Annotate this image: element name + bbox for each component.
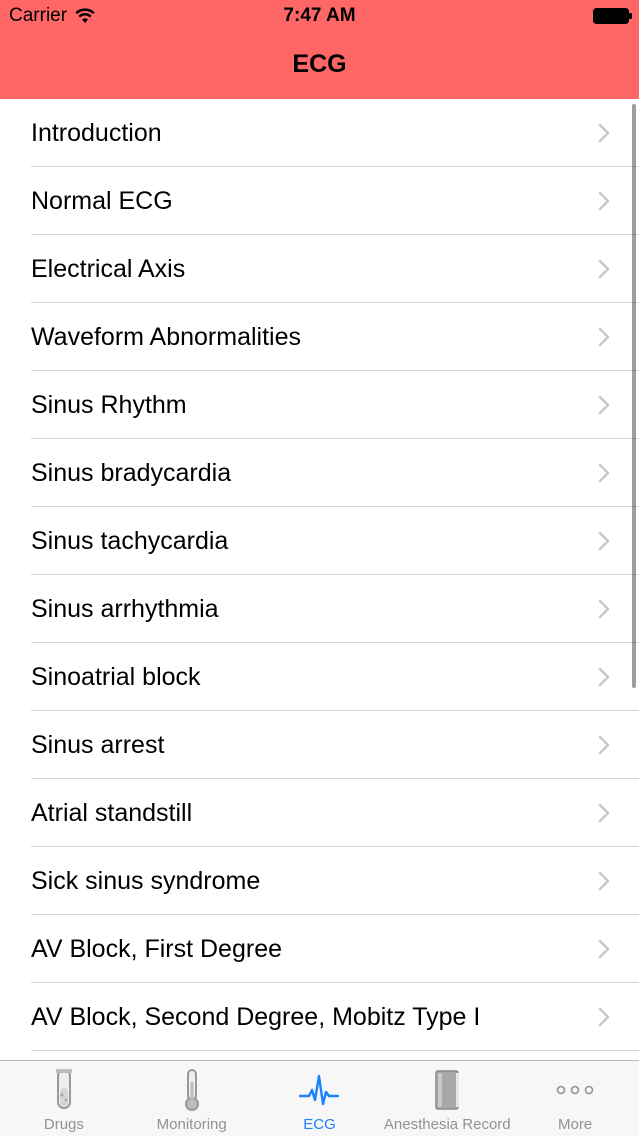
status-time: 7:47 AM xyxy=(283,5,356,26)
chevron-right-icon xyxy=(598,735,610,755)
list-item[interactable]: Sick sinus syndrome xyxy=(0,847,639,915)
scroll-indicator[interactable] xyxy=(632,104,636,688)
chevron-right-icon xyxy=(598,667,610,687)
chevron-right-icon xyxy=(598,1007,610,1027)
list-item-label: Sinus arrest xyxy=(31,731,165,759)
thermometer-icon xyxy=(172,1068,212,1112)
list-item[interactable]: Sinus bradycardia xyxy=(0,439,639,507)
chevron-right-icon xyxy=(598,531,610,551)
chevron-right-icon xyxy=(598,803,610,823)
ecg-waveform-icon xyxy=(299,1068,340,1112)
chevron-right-icon xyxy=(598,871,610,891)
list-item[interactable]: Electrical Axis xyxy=(0,235,639,303)
list-item[interactable]: Sinus arrhythmia xyxy=(0,575,639,643)
chevron-right-icon xyxy=(598,123,610,143)
status-bar: Carrier 7:47 AM xyxy=(0,0,639,34)
list-item[interactable]: Atrial standstill xyxy=(0,779,639,847)
list-item-label: Waveform Abnormalities xyxy=(31,323,301,351)
chevron-right-icon xyxy=(598,259,610,279)
tab-more[interactable]: More xyxy=(511,1061,639,1136)
tab-bar: Drugs Monitoring ECG Anesthesia Record M… xyxy=(0,1060,639,1136)
list-item-label: Atrial standstill xyxy=(31,799,193,827)
list-item[interactable]: AV Block, Second Degree, Mobitz Type I xyxy=(0,983,639,1051)
more-dots-icon xyxy=(555,1068,595,1112)
list-item-label: Introduction xyxy=(31,119,162,147)
list-item[interactable]: Normal ECG xyxy=(0,167,639,235)
list-item-label: Sinus Rhythm xyxy=(31,391,187,419)
chevron-right-icon xyxy=(598,327,610,347)
chevron-right-icon xyxy=(598,939,610,959)
list-item[interactable]: Introduction xyxy=(0,99,639,167)
list-item-label: Electrical Axis xyxy=(31,255,186,283)
list-item[interactable]: Sinus arrest xyxy=(0,711,639,779)
chevron-right-icon xyxy=(598,599,610,619)
list-item-label: AV Block, Second Degree, Mobitz Type I xyxy=(31,1003,481,1031)
list-item[interactable]: Sinus Rhythm xyxy=(0,371,639,439)
topic-list[interactable]: Introduction Normal ECG Electrical Axis … xyxy=(0,99,639,1060)
tab-drugs[interactable]: Drugs xyxy=(0,1061,128,1136)
tab-label: More xyxy=(557,1116,593,1133)
list-item-label: Sinus arrhythmia xyxy=(31,595,219,623)
chevron-right-icon xyxy=(598,395,610,415)
header: Carrier 7:47 AM ECG xyxy=(0,0,639,99)
tab-label: Monitoring xyxy=(156,1116,227,1133)
list-item[interactable]: Sinoatrial block xyxy=(0,643,639,711)
tab-ecg[interactable]: ECG xyxy=(256,1061,384,1136)
tab-label: Anesthesia Record xyxy=(383,1116,511,1133)
list-item[interactable]: Waveform Abnormalities xyxy=(0,303,639,371)
test-tube-icon xyxy=(44,1068,84,1112)
tab-label: ECG xyxy=(303,1116,336,1133)
tab-anesthesia-record[interactable]: Anesthesia Record xyxy=(383,1061,511,1136)
book-icon xyxy=(427,1068,467,1112)
list-item-label: Sinus bradycardia xyxy=(31,459,232,487)
tab-monitoring[interactable]: Monitoring xyxy=(128,1061,256,1136)
battery-icon xyxy=(593,8,633,24)
list-item-label: Sinus tachycardia xyxy=(31,527,229,555)
tab-label: Drugs xyxy=(43,1116,84,1133)
list-item-label: AV Block, First Degree xyxy=(31,935,283,963)
list-item-label: Normal ECG xyxy=(31,187,173,215)
list-item[interactable]: AV Block, First Degree xyxy=(0,915,639,983)
chevron-right-icon xyxy=(598,191,610,211)
list-item-label: Sick sinus syndrome xyxy=(31,867,261,895)
chevron-right-icon xyxy=(598,463,610,483)
page-title: ECG xyxy=(292,50,347,78)
list-item[interactable]: Sinus tachycardia xyxy=(0,507,639,575)
list-item-label: Sinoatrial block xyxy=(31,663,201,691)
app-screen: Carrier 7:47 AM ECG Introduction Normal … xyxy=(0,0,639,1136)
